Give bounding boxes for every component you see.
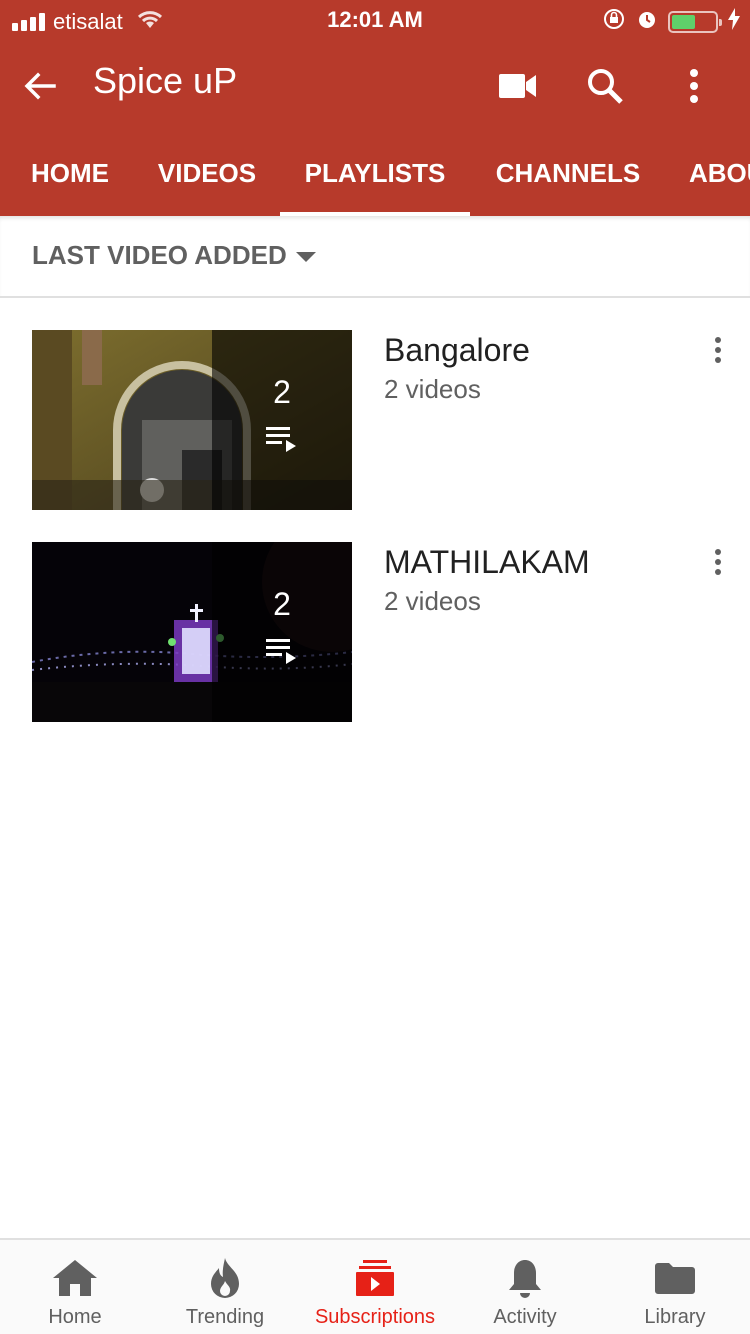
nav-home[interactable]: Home [0, 1240, 150, 1334]
nav-library[interactable]: Library [600, 1240, 750, 1334]
video-count: 2 [273, 374, 291, 410]
nav-label: Trending [185, 1306, 265, 1328]
alarm-icon [636, 8, 658, 36]
playlist-title[interactable]: Bangalore [384, 332, 530, 369]
channel-tabs: HOME VIDEOS PLAYLISTS CHANNELS ABOU [0, 130, 750, 216]
flame-icon [150, 1256, 300, 1300]
orientation-lock-icon [602, 7, 626, 37]
status-bar: etisalat 12:01 AM [0, 0, 750, 40]
app-bar: etisalat 12:01 AM Spice uP HOME VIDEOS P… [0, 0, 750, 216]
nav-label: Subscriptions [314, 1306, 436, 1328]
playlist-thumbnail[interactable]: 2 [32, 542, 352, 722]
more-vertical-icon[interactable] [700, 544, 736, 580]
bell-icon [450, 1256, 600, 1300]
sort-label: LAST VIDEO ADDED [32, 240, 287, 270]
playlist-count-overlay: 2 [212, 330, 352, 510]
tab-channels[interactable]: CHANNELS [478, 130, 658, 216]
caret-down-icon [296, 252, 316, 262]
search-icon[interactable] [581, 62, 629, 110]
sort-dropdown[interactable]: LAST VIDEO ADDED [0, 216, 750, 298]
playlist-play-icon [266, 637, 298, 670]
playlist-item[interactable]: 2 Bangalore 2 videos [0, 330, 750, 510]
subscriptions-icon [300, 1256, 450, 1300]
toolbar: Spice uP [0, 40, 750, 130]
tab-playlists[interactable]: PLAYLISTS [280, 130, 470, 216]
channel-title: Spice uP [93, 60, 238, 101]
nav-subscriptions[interactable]: Subscriptions [300, 1240, 450, 1334]
playlist-title[interactable]: MATHILAKAM [384, 544, 590, 581]
tab-home[interactable]: HOME [0, 130, 140, 216]
back-arrow-icon[interactable] [18, 64, 62, 108]
nav-activity[interactable]: Activity [450, 1240, 600, 1334]
tab-videos[interactable]: VIDEOS [140, 130, 274, 216]
folder-icon [600, 1256, 750, 1300]
tab-about[interactable]: ABOU [689, 130, 750, 216]
playlist-count-overlay: 2 [212, 542, 352, 722]
more-vertical-icon[interactable] [670, 62, 718, 110]
more-vertical-icon[interactable] [700, 332, 736, 368]
battery-icon [668, 11, 722, 33]
nav-label: Home [48, 1306, 102, 1328]
nav-trending[interactable]: Trending [150, 1240, 300, 1334]
playlist-play-icon [266, 425, 298, 458]
home-icon [0, 1256, 150, 1300]
video-camera-icon[interactable] [494, 62, 542, 110]
video-count: 2 [273, 586, 291, 622]
charging-bolt-icon [728, 8, 740, 36]
bottom-navigation: Home Trending Subscriptions Activity Lib… [0, 1238, 750, 1334]
playlist-thumbnail[interactable]: 2 [32, 330, 352, 510]
playlist-subtitle: 2 videos [384, 586, 481, 616]
playlist-item[interactable]: 2 MATHILAKAM 2 videos [0, 542, 750, 722]
nav-label: Activity [493, 1306, 557, 1328]
nav-label: Library [644, 1306, 706, 1328]
playlist-subtitle: 2 videos [384, 374, 481, 404]
